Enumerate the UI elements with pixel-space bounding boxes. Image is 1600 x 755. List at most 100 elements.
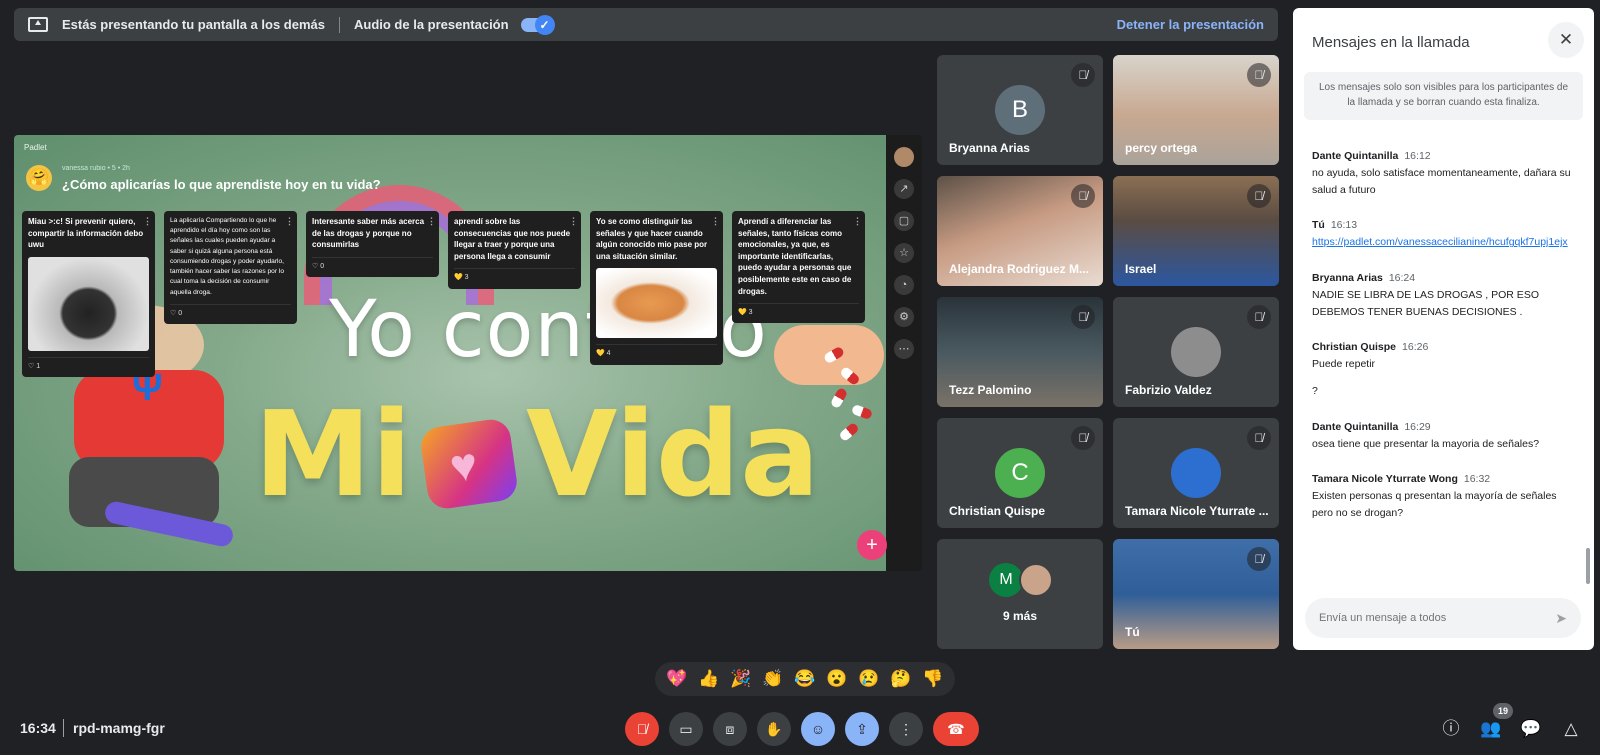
stop-presenting-button[interactable]: Detener la presentación <box>1117 17 1264 32</box>
padlet-board: Ψ Padlet 🤗 vanessa rubio • 5 • 2h ¿Cómo … <box>14 135 886 571</box>
captions-button[interactable]: ⧈ <box>713 712 747 746</box>
pill-icon <box>829 386 849 410</box>
presenting-message: Estás presentando tu pantalla a los demá… <box>62 17 325 32</box>
padlet-post[interactable]: ⋮ Interesante saber más acerca de las dr… <box>306 211 439 277</box>
participant-tile[interactable]: 🎙̸ Fabrizio Valdez <box>1113 297 1279 407</box>
self-tile[interactable]: 🎙̸ Tú <box>1113 539 1279 649</box>
message-sender: Bryanna Arias <box>1312 271 1383 284</box>
participant-tile[interactable]: 🎙̸ Alejandra Rodriguez M... <box>937 176 1103 286</box>
people-icon[interactable]: 👥 <box>1478 716 1504 742</box>
message-link[interactable]: https://padlet.com/vanessacecilianine/hc… <box>1312 236 1568 248</box>
mic-off-icon: 🎙̸ <box>1247 547 1271 571</box>
chat-icon[interactable]: 💬 <box>1518 716 1544 742</box>
mic-off-icon: 🎙̸ <box>1247 426 1271 450</box>
padlet-post[interactable]: ⋮ Miau >:c! Si prevenir quiero, comparti… <box>22 211 155 377</box>
close-icon[interactable]: ✕ <box>1548 22 1584 58</box>
present-button[interactable]: ⇪ <box>845 712 879 746</box>
more-icon[interactable]: ⋮ <box>285 215 294 228</box>
more-options-button[interactable]: ⋮ <box>889 712 923 746</box>
chat-compose[interactable]: ➤ <box>1305 598 1581 638</box>
meeting-clock: 16:34 <box>20 720 56 736</box>
participant-tile[interactable]: 🎙̸ Tamara Nicole Yturrate ... <box>1113 418 1279 528</box>
mic-off-icon: 🎙̸ <box>1071 63 1095 87</box>
reaction-laugh[interactable]: 😂 <box>794 669 815 689</box>
more-icon[interactable]: ⋮ <box>853 215 862 228</box>
more-icon[interactable]: ⋮ <box>427 215 436 228</box>
chat-message: Dante Quintanilla 16:12 no ayuda, solo sa… <box>1312 148 1572 198</box>
participant-name: Tamara Nicole Yturrate ... <box>1125 504 1269 518</box>
gear-icon[interactable]: ⚙ <box>894 307 914 327</box>
divider <box>338 16 340 33</box>
post-likes[interactable]: 💛 3 <box>454 268 575 283</box>
participant-tile[interactable]: 🎙̸ Israel <box>1113 176 1279 286</box>
more-participants-tile[interactable]: M 9 más <box>937 539 1103 649</box>
mic-off-button[interactable]: 🎙̸ <box>625 712 659 746</box>
heart-icon <box>418 417 520 511</box>
post-likes[interactable]: 💛 3 <box>738 303 859 318</box>
more-icon[interactable]: ⋮ <box>143 215 152 228</box>
activities-icon[interactable]: △ <box>1558 716 1584 742</box>
reactions-button[interactable]: ☺ <box>801 712 835 746</box>
post-text: Miau >:c! Si prevenir quiero, compartir … <box>28 217 144 250</box>
message-sender: Dante Quintanilla <box>1312 150 1399 162</box>
add-post-button[interactable]: + <box>857 530 887 560</box>
meeting-code: rpd-mamg-fgr <box>73 720 165 736</box>
avatar[interactable] <box>894 147 914 167</box>
participant-tile[interactable]: 🎙̸ percy ortega <box>1113 55 1279 165</box>
reaction-party[interactable]: 🎉 <box>730 669 751 689</box>
camera-button[interactable]: ▭ <box>669 712 703 746</box>
participant-tile[interactable]: 🎙̸ Tezz Palomino <box>937 297 1103 407</box>
post-likes[interactable]: 💛 4 <box>596 344 717 359</box>
chat-input[interactable] <box>1319 612 1556 624</box>
shared-screen: Ψ Padlet 🤗 vanessa rubio • 5 • 2h ¿Cómo … <box>14 135 922 571</box>
reaction-surprised[interactable]: 😮 <box>826 669 847 689</box>
padlet-post[interactable]: ⋮ Aprendí a diferenciar las señales, tan… <box>732 211 865 324</box>
mic-off-icon: 🎙̸ <box>1071 305 1095 329</box>
participant-tile[interactable]: C 🎙̸ Christian Quispe <box>937 418 1103 528</box>
padlet-post[interactable]: ⋮ Yo se como distinguir las señales y qu… <box>590 211 723 365</box>
reaction-thumbs-up[interactable]: 👍 <box>698 669 719 689</box>
reaction-thumbs-down[interactable]: 👎 <box>922 669 943 689</box>
reaction-heart[interactable]: 💖 <box>666 669 687 689</box>
post-text: Yo se como distinguir las señales y que … <box>596 217 708 261</box>
avatar: B <box>995 85 1045 135</box>
more-icon[interactable]: ⋮ <box>569 215 578 228</box>
participant-tile[interactable]: B 🎙̸ Bryanna Arias <box>937 55 1103 165</box>
raise-hand-button[interactable]: ✋ <box>757 712 791 746</box>
avatar <box>1019 563 1053 597</box>
padlet-question: ¿Cómo aplicarías lo que aprendiste hoy e… <box>62 177 381 192</box>
post-likes[interactable]: ♡ 0 <box>312 256 433 272</box>
scrollbar[interactable] <box>1586 548 1590 584</box>
chat-message: Christian Quispe 16:26 Puede repetir ? <box>1312 339 1572 399</box>
bell-icon[interactable]: ◔ <box>894 275 914 295</box>
reaction-sad[interactable]: 😢 <box>858 669 879 689</box>
padlet-post[interactable]: ⋮ La aplicaría Compartiendo lo que he ap… <box>164 211 297 324</box>
reaction-thinking[interactable]: 🤔 <box>890 669 911 689</box>
star-icon[interactable]: ☆ <box>894 243 914 263</box>
send-icon[interactable]: ➤ <box>1555 610 1567 627</box>
reaction-clap[interactable]: 👏 <box>762 669 783 689</box>
info-icon[interactable]: ⓘ <box>1438 716 1464 742</box>
chat-message: Bryanna Arias 16:24 NADIE SE LIBRA DE LAS… <box>1312 270 1572 320</box>
participant-name: Alejandra Rodriguez M... <box>949 262 1090 276</box>
message-sender: Tamara Nicole Yturrate Wong <box>1312 473 1458 486</box>
post-likes[interactable]: ♡ 1 <box>28 356 149 372</box>
padlet-toolbar: ↗ ▢ ☆ ◔ ⚙ ⋯ <box>886 135 922 571</box>
more-icon[interactable]: ⋯ <box>894 339 914 359</box>
more-icon[interactable]: ⋮ <box>711 215 720 228</box>
post-likes[interactable]: ♡ 0 <box>170 303 291 319</box>
end-call-button[interactable]: ☎ <box>933 712 979 746</box>
presentation-audio-toggle[interactable] <box>520 14 555 35</box>
like-count: 0 <box>178 309 183 317</box>
chat-panel: Mensajes en la llamada ✕ Los mensajes so… <box>1293 8 1594 650</box>
padlet-brand: Padlet <box>24 143 47 152</box>
slide-headline-vida: Vida <box>526 385 820 523</box>
participant-name: Tezz Palomino <box>949 383 1032 397</box>
mic-off-icon: 🎙̸ <box>1247 63 1271 87</box>
remake-icon[interactable]: ▢ <box>894 211 914 231</box>
share-icon[interactable]: ↗ <box>894 179 914 199</box>
padlet-post[interactable]: ⋮ aprendí sobre las consecuencias que no… <box>448 211 581 289</box>
message-sender: Tú <box>1312 219 1325 232</box>
message-sender: Christian Quispe <box>1312 341 1397 354</box>
message-time: 16:26 <box>1402 341 1429 354</box>
